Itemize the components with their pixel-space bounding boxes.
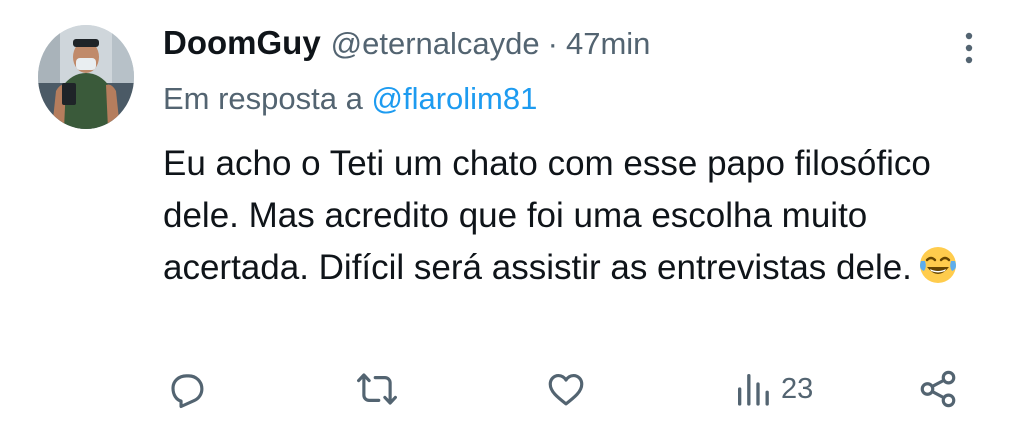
author-name[interactable]: DoomGuy bbox=[163, 24, 321, 62]
reply-context: Em resposta a @flarolim81 bbox=[163, 81, 537, 117]
face-with-tears-of-joy-icon bbox=[918, 245, 958, 300]
share-icon bbox=[920, 370, 956, 408]
heart-icon bbox=[548, 373, 584, 406]
avatar[interactable] bbox=[38, 25, 134, 129]
views-button[interactable]: 23 bbox=[733, 368, 813, 410]
tweet-text: Eu acho o Teti um chato com esse papo fi… bbox=[163, 138, 993, 300]
retweet-button[interactable] bbox=[355, 368, 399, 410]
share-button[interactable] bbox=[917, 368, 959, 410]
reply-mention-link[interactable]: @flarolim81 bbox=[372, 81, 538, 116]
reply-button[interactable] bbox=[166, 368, 208, 410]
action-bar: 23 bbox=[0, 360, 1024, 420]
separator-dot: · bbox=[547, 26, 558, 61]
author-handle[interactable]: @eternalcayde bbox=[331, 26, 540, 62]
timestamp[interactable]: 47min bbox=[566, 26, 650, 62]
more-options-icon[interactable] bbox=[958, 28, 980, 68]
retweet-icon bbox=[357, 373, 397, 405]
views-icon bbox=[738, 374, 769, 406]
tweet-body: Eu acho o Teti um chato com esse papo fi… bbox=[163, 144, 931, 287]
views-count: 23 bbox=[781, 372, 814, 405]
tweet-header: DoomGuy @eternalcayde · 47min bbox=[163, 24, 650, 66]
reply-icon bbox=[171, 374, 204, 409]
like-button[interactable] bbox=[545, 368, 587, 410]
avatar-photo bbox=[38, 25, 134, 129]
reply-prefix: Em resposta a bbox=[163, 81, 363, 116]
